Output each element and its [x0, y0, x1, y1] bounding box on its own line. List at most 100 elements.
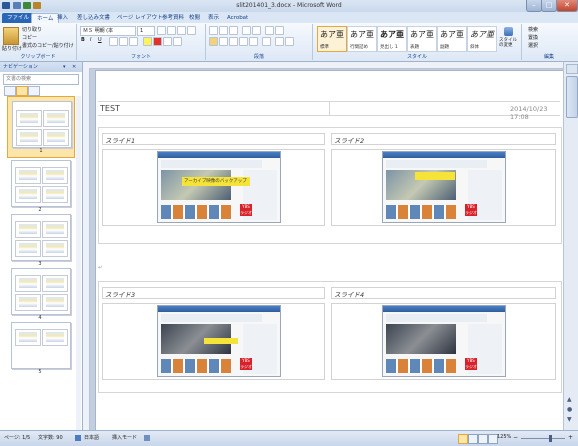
cut-button[interactable]: 切り取り — [22, 26, 42, 33]
next-page-icon[interactable]: ▼ — [567, 416, 572, 423]
nav-options-icon[interactable]: ▾ — [63, 62, 66, 72]
superscript-icon[interactable] — [129, 37, 138, 46]
document-header-left[interactable]: TEST — [100, 104, 120, 113]
ruby-icon[interactable] — [173, 37, 182, 46]
tab-file[interactable]: ファイル — [2, 13, 35, 23]
style-subtitle[interactable]: あア亜 副題 — [437, 26, 467, 52]
print-layout-view-button[interactable] — [458, 434, 468, 444]
change-case-icon[interactable] — [177, 26, 186, 35]
close-button[interactable]: ✕ — [556, 0, 578, 12]
slide-screenshot[interactable]: YBS ラジオ — [382, 151, 506, 223]
italic-button[interactable]: I — [90, 37, 91, 43]
align-right-icon[interactable] — [229, 37, 238, 46]
page-thumbnail-4[interactable]: 4 — [7, 266, 73, 322]
zoom-in-icon[interactable]: + — [568, 434, 573, 441]
vertical-ruler[interactable] — [83, 68, 90, 430]
horizontal-ruler[interactable] — [83, 62, 563, 69]
nav-pages-tab[interactable] — [16, 86, 28, 96]
nav-search-input[interactable]: 文書の検索 — [3, 74, 79, 85]
tab-view[interactable]: 表示 — [203, 13, 224, 23]
decrease-indent-icon[interactable] — [242, 26, 251, 35]
justify-icon[interactable] — [239, 37, 248, 46]
tab-acrobat[interactable]: Acrobat — [222, 13, 253, 23]
show-marks-icon[interactable] — [275, 26, 284, 35]
document-header-right[interactable]: 2014/10/23 17:08 — [510, 105, 563, 121]
bold-button[interactable]: B — [81, 37, 85, 43]
slide-label[interactable]: スライド4 — [334, 289, 364, 299]
status-language[interactable]: 日本語 — [84, 434, 99, 441]
style-heading-1[interactable]: あア亜 見出し 1 — [377, 26, 407, 52]
proofing-icon[interactable] — [75, 435, 81, 441]
font-name-select[interactable]: ＭＳ 明朝 (本 — [80, 26, 136, 36]
status-page[interactable]: ページ: 1/5 — [4, 434, 30, 441]
browse-object-icon[interactable]: ● — [567, 406, 572, 413]
shrink-font-icon[interactable] — [167, 26, 176, 35]
tab-mailings[interactable]: 差し込み文書 — [72, 13, 115, 23]
slide-label[interactable]: スライド3 — [105, 289, 135, 299]
scrollbar-thumb[interactable] — [566, 76, 578, 118]
style-emphasis[interactable]: あア亜 斜体 — [467, 26, 497, 52]
shading-icon[interactable] — [275, 37, 284, 46]
character-shading-icon[interactable] — [163, 37, 172, 46]
copy-button[interactable]: コピー — [22, 34, 37, 41]
align-left-icon[interactable] — [209, 37, 218, 46]
increase-indent-icon[interactable] — [252, 26, 261, 35]
web-layout-view-button[interactable] — [478, 434, 488, 444]
replace-button[interactable]: 置換 — [528, 34, 538, 41]
nav-scrollbar[interactable] — [76, 96, 81, 430]
nav-results-tab[interactable] — [28, 86, 40, 96]
tab-review[interactable]: 校閲 — [184, 13, 205, 23]
previous-page-icon[interactable]: ▲ — [567, 396, 572, 403]
nav-headings-tab[interactable] — [4, 86, 16, 96]
slide-screenshot[interactable]: アーカイブ映像のバックアップ YBS ラジオ — [157, 151, 281, 223]
slide-screenshot[interactable]: YBS ラジオ — [382, 305, 506, 377]
page-thumbnail-5[interactable]: 5 — [7, 320, 73, 376]
style-no-spacing[interactable]: あア亜 行間詰め — [347, 26, 377, 52]
full-screen-view-button[interactable] — [468, 434, 478, 444]
underline-button[interactable]: U — [98, 37, 102, 43]
zoom-slider-thumb[interactable] — [549, 435, 552, 442]
minimize-button[interactable]: – — [526, 0, 542, 12]
sort-icon[interactable] — [265, 26, 274, 35]
slide-screenshot[interactable]: YBS ラジオ — [157, 305, 281, 377]
format-painter-button[interactable]: 書式のコピー/貼り付け — [22, 42, 74, 49]
strikethrough-icon[interactable] — [109, 37, 118, 46]
status-words[interactable]: 文字数: 90 — [38, 434, 63, 441]
tab-insert[interactable]: 挿入 — [52, 13, 73, 23]
nav-close-icon[interactable]: ✕ — [72, 62, 76, 72]
select-button[interactable]: 選択 — [528, 42, 538, 49]
line-spacing-icon[interactable] — [262, 37, 271, 46]
status-mode[interactable]: 挿入モード — [112, 434, 137, 441]
style-title[interactable]: あア亜 表題 — [407, 26, 437, 52]
maximize-button[interactable]: □ — [541, 0, 557, 12]
zoom-out-icon[interactable]: − — [513, 434, 518, 441]
page-thumbnail-2[interactable]: 2 — [7, 158, 73, 214]
status-zoom[interactable]: 125% — [497, 434, 511, 440]
font-size-select[interactable]: 1 — [137, 26, 155, 36]
bullets-icon[interactable] — [209, 26, 218, 35]
document-page[interactable]: TEST 2014/10/23 17:08 スライド1 アーカイブ映像のバックア… — [95, 70, 563, 430]
borders-icon[interactable] — [285, 37, 294, 46]
subscript-icon[interactable] — [119, 37, 128, 46]
paste-icon[interactable] — [3, 27, 19, 45]
distributed-icon[interactable] — [249, 37, 258, 46]
align-center-icon[interactable] — [219, 37, 228, 46]
slide-label[interactable]: スライド2 — [334, 135, 364, 145]
paste-button[interactable]: 貼り付け — [2, 45, 22, 52]
page-thumbnail-1[interactable]: 1 — [7, 96, 75, 158]
highlight-icon[interactable] — [143, 37, 152, 46]
find-button[interactable]: 検索 — [528, 26, 538, 33]
change-styles-button[interactable]: スタイルの変更 — [499, 27, 517, 49]
ruler-toggle-icon[interactable] — [566, 64, 578, 74]
zoom-slider[interactable] — [521, 438, 565, 439]
numbering-icon[interactable] — [219, 26, 228, 35]
font-color-icon[interactable] — [153, 37, 162, 46]
vertical-scrollbar[interactable]: ▲ ● ▼ — [563, 62, 578, 430]
multilevel-list-icon[interactable] — [229, 26, 238, 35]
style-normal[interactable]: あア亜 標準 — [317, 26, 347, 52]
page-thumbnail-3[interactable]: 3 — [7, 212, 73, 268]
slide-label[interactable]: スライド1 — [105, 135, 135, 145]
grow-font-icon[interactable] — [157, 26, 166, 35]
clear-formatting-icon[interactable] — [187, 26, 196, 35]
macro-icon[interactable] — [144, 435, 150, 441]
